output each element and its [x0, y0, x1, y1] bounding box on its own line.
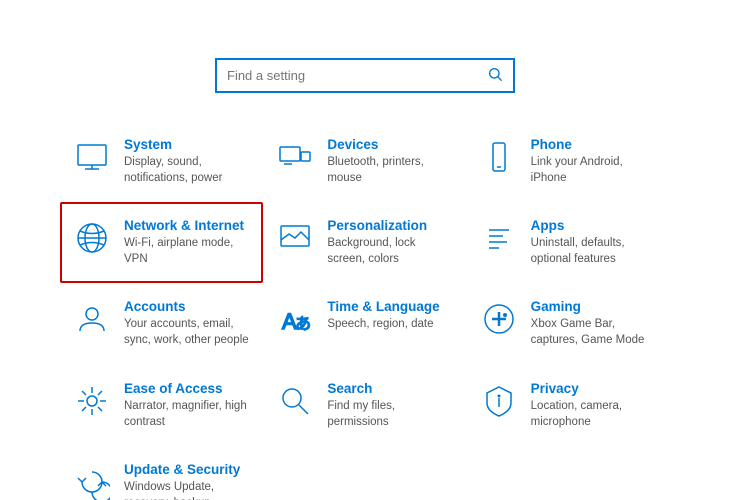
settings-grid: System Display, sound, notifications, po…	[60, 121, 670, 500]
minimize-button[interactable]	[580, 0, 626, 30]
setting-title-system: System	[124, 137, 251, 152]
setting-desc-time: Speech, region, date	[327, 316, 454, 332]
setting-item-personalization[interactable]: Personalization Background, lock screen,…	[263, 202, 466, 283]
main-content: System Display, sound, notifications, po…	[0, 30, 730, 500]
search-icon	[487, 66, 503, 85]
update-icon	[72, 462, 112, 500]
setting-item-search[interactable]: Search Find my files, permissions	[263, 365, 466, 446]
setting-item-accounts[interactable]: Accounts Your accounts, email, sync, wor…	[60, 283, 263, 364]
setting-item-network[interactable]: Network & Internet Wi-Fi, airplane mode,…	[60, 202, 263, 283]
setting-title-apps: Apps	[531, 218, 658, 233]
search-input[interactable]	[227, 68, 487, 83]
devices-icon	[275, 137, 315, 177]
svg-text:あ: あ	[295, 315, 311, 333]
network-icon	[72, 218, 112, 258]
search-icon	[275, 381, 315, 421]
setting-title-gaming: Gaming	[531, 299, 658, 314]
setting-item-phone[interactable]: Phone Link your Android, iPhone	[467, 121, 670, 202]
setting-desc-network: Wi-Fi, airplane mode, VPN	[124, 235, 251, 267]
setting-desc-devices: Bluetooth, printers, mouse	[327, 154, 454, 186]
setting-desc-gaming: Xbox Game Bar, captures, Game Mode	[531, 316, 658, 348]
setting-desc-ease: Narrator, magnifier, high contrast	[124, 398, 251, 430]
phone-icon	[479, 137, 519, 177]
setting-item-update[interactable]: Update & Security Windows Update, recove…	[60, 446, 263, 500]
setting-item-apps[interactable]: Apps Uninstall, defaults, optional featu…	[467, 202, 670, 283]
setting-item-gaming[interactable]: Gaming Xbox Game Bar, captures, Game Mod…	[467, 283, 670, 364]
setting-item-devices[interactable]: Devices Bluetooth, printers, mouse	[263, 121, 466, 202]
setting-title-update: Update & Security	[124, 462, 251, 477]
setting-title-personalization: Personalization	[327, 218, 454, 233]
apps-icon	[479, 218, 519, 258]
setting-item-ease[interactable]: Ease of Access Narrator, magnifier, high…	[60, 365, 263, 446]
privacy-icon	[479, 381, 519, 421]
setting-desc-privacy: Location, camera, microphone	[531, 398, 658, 430]
setting-title-privacy: Privacy	[531, 381, 658, 396]
setting-item-time[interactable]: Aあ Time & Language Speech, region, date	[263, 283, 466, 364]
setting-desc-personalization: Background, lock screen, colors	[327, 235, 454, 267]
setting-desc-apps: Uninstall, defaults, optional features	[531, 235, 658, 267]
setting-title-search: Search	[327, 381, 454, 396]
system-icon	[72, 137, 112, 177]
setting-title-ease: Ease of Access	[124, 381, 251, 396]
title-bar	[0, 0, 730, 30]
search-bar[interactable]	[215, 58, 515, 93]
setting-desc-accounts: Your accounts, email, sync, work, other …	[124, 316, 251, 348]
personalization-icon	[275, 218, 315, 258]
setting-title-phone: Phone	[531, 137, 658, 152]
setting-item-privacy[interactable]: Privacy Location, camera, microphone	[467, 365, 670, 446]
close-button[interactable]	[676, 0, 722, 30]
accounts-icon	[72, 299, 112, 339]
setting-desc-system: Display, sound, notifications, power	[124, 154, 251, 186]
gaming-icon	[479, 299, 519, 339]
maximize-button[interactable]	[628, 0, 674, 30]
setting-title-network: Network & Internet	[124, 218, 251, 233]
ease-icon	[72, 381, 112, 421]
setting-desc-search: Find my files, permissions	[327, 398, 454, 430]
time-icon: Aあ	[275, 299, 315, 339]
setting-title-time: Time & Language	[327, 299, 454, 314]
setting-title-devices: Devices	[327, 137, 454, 152]
setting-desc-update: Windows Update, recovery, backup	[124, 479, 251, 500]
window-controls	[580, 0, 722, 30]
setting-title-accounts: Accounts	[124, 299, 251, 314]
setting-item-system[interactable]: System Display, sound, notifications, po…	[60, 121, 263, 202]
setting-desc-phone: Link your Android, iPhone	[531, 154, 658, 186]
